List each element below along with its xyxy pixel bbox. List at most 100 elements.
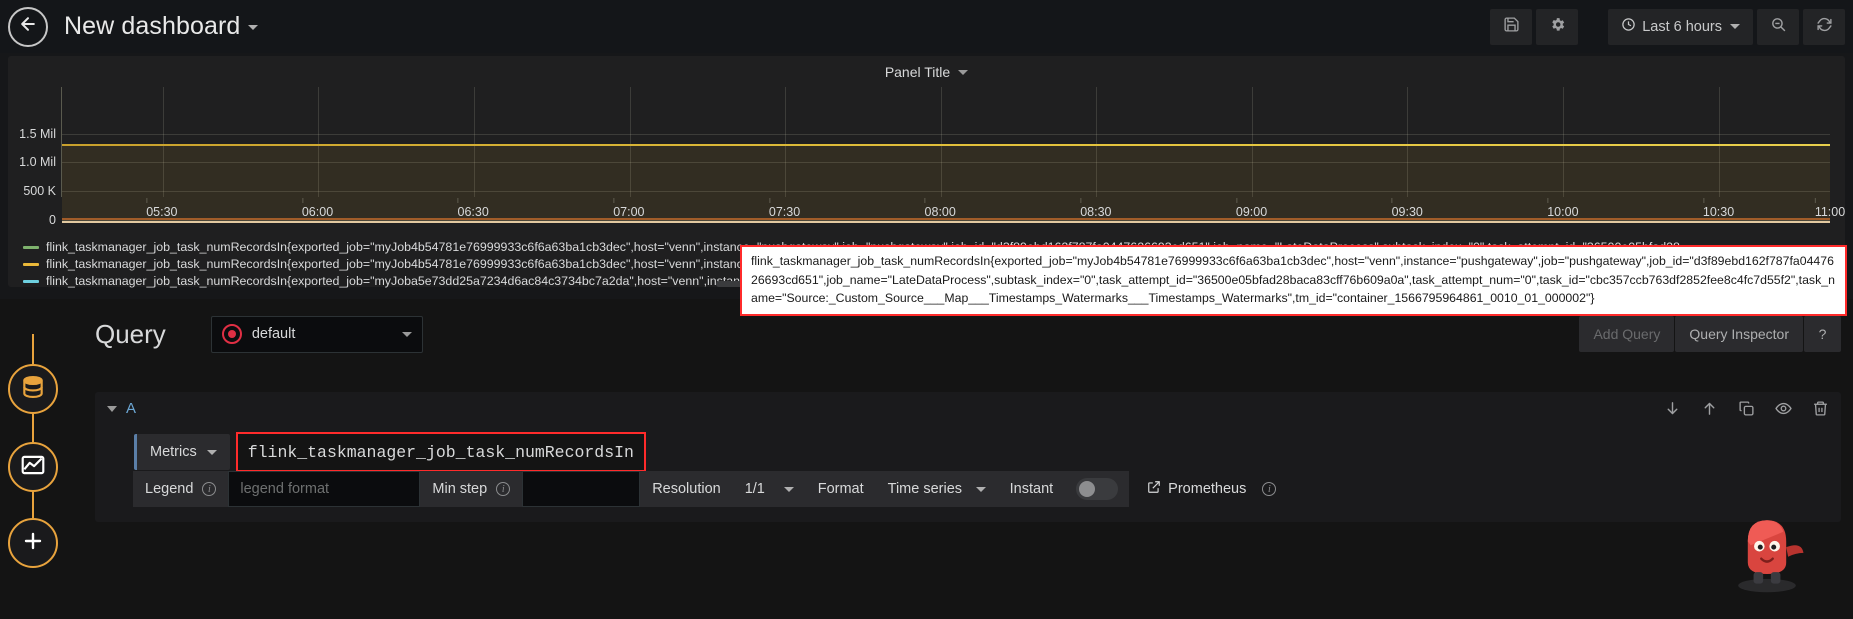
min-step-input[interactable]	[522, 471, 641, 507]
external-link-icon	[1147, 480, 1161, 498]
rail-item-database[interactable]	[8, 364, 58, 414]
resolution-select[interactable]: 1/1	[732, 471, 806, 507]
prometheus-link-label: Prometheus	[1168, 481, 1247, 497]
x-axis-tick: 06:00	[301, 205, 334, 219]
arrow-left-circle-icon	[18, 14, 38, 39]
datasource-picker[interactable]: default	[210, 315, 423, 353]
zoom-out-magnifier-icon	[1770, 16, 1787, 38]
add-query-button[interactable]: Add Query	[1579, 316, 1675, 352]
x-axis-tick-mark	[146, 198, 148, 203]
x-axis-tick: 07:00	[613, 205, 645, 219]
plot-area[interactable]	[61, 87, 1830, 223]
panel-title: Panel Title	[884, 64, 951, 80]
trash-icon[interactable]	[1812, 400, 1829, 417]
legend-color-swatch[interactable]	[23, 246, 39, 249]
prometheus-docs-link[interactable]: Prometheus i	[1147, 480, 1277, 498]
y-axis-tick: 500 K	[23, 184, 56, 198]
legend-item-label: flink_taskmanager_job_task_numRecordsIn{…	[46, 274, 792, 288]
back-button[interactable]	[8, 6, 48, 47]
x-axis-tick-mark	[457, 198, 459, 203]
query-row-actions	[1664, 400, 1829, 417]
copy-icon[interactable]	[1738, 400, 1755, 417]
chevron-down-icon[interactable]	[107, 405, 117, 412]
x-axis-tick: 07:30	[768, 205, 801, 219]
info-icon[interactable]: i	[496, 482, 511, 496]
info-icon[interactable]: i	[202, 482, 217, 496]
chevron-down-icon	[401, 331, 412, 337]
metrics-label: Metrics	[150, 444, 197, 460]
dashboard-title[interactable]: New dashboard	[64, 12, 259, 41]
chevron-down-icon	[248, 24, 259, 30]
y-axis-tick: 1.5 Mil	[19, 127, 56, 141]
x-axis-tick-mark	[768, 198, 770, 203]
refresh-cycle-icon	[1816, 16, 1833, 38]
x-axis-tick: 11:00	[1814, 205, 1846, 219]
metrics-row: Metrics flink_taskmanager_job_task_numRe…	[95, 425, 1841, 473]
gear-icon	[1549, 16, 1566, 38]
instant-toggle[interactable]	[1076, 478, 1119, 500]
legend-format-input[interactable]: legend format	[228, 471, 421, 507]
rail-item-add[interactable]	[8, 518, 58, 568]
series-line-yellow	[62, 144, 1830, 146]
legend-format-label-text: Legend	[145, 481, 194, 497]
y-axis-tick: 0	[49, 213, 56, 227]
x-axis-tick-mark	[1702, 198, 1704, 203]
x-axis-tick-mark	[1391, 198, 1393, 203]
legend-color-swatch[interactable]	[23, 263, 39, 266]
min-step-label: Min step i	[420, 471, 523, 507]
series-tooltip: flink_taskmanager_job_task_numRecordsIn{…	[740, 245, 1847, 316]
chevron-down-icon	[958, 69, 969, 75]
query-row-refid[interactable]: A	[126, 400, 136, 417]
resolution-value: 1/1	[744, 481, 765, 497]
legend-format-label: Legend i	[133, 471, 229, 507]
x-axis-tick: 09:00	[1235, 205, 1268, 219]
x-axis-tick-mark	[1547, 198, 1549, 203]
metrics-dropdown-button[interactable]: Metrics	[134, 434, 230, 470]
plot-wrapper: 1.5 Mil 1.0 Mil 500 K 0 05:30 06:00 06:3…	[9, 87, 1845, 227]
format-label: Format	[805, 471, 876, 507]
time-range-label: Last 6 hours	[1642, 18, 1722, 35]
arrow-down-icon[interactable]	[1664, 400, 1681, 417]
x-axis-tick-mark	[924, 198, 926, 203]
legend-color-swatch[interactable]	[23, 280, 39, 283]
plus-icon	[21, 529, 45, 558]
refresh-button[interactable]	[1803, 8, 1845, 45]
info-icon[interactable]: i	[1262, 482, 1277, 496]
chevron-down-icon	[783, 486, 794, 492]
chevron-down-icon	[206, 449, 217, 455]
dashboard-settings-button[interactable]	[1536, 8, 1579, 45]
x-axis-tick: 09:30	[1391, 205, 1423, 219]
metric-expression-input[interactable]: flink_taskmanager_job_task_numRecordsIn	[235, 432, 646, 472]
min-step-label-text: Min step	[432, 481, 488, 497]
query-inspector-button[interactable]: Query Inspector	[1675, 316, 1803, 352]
database-icon	[20, 374, 46, 405]
top-navbar: New dashboard Last 6 hours	[0, 0, 1853, 53]
topnav-actions: Last 6 hours	[1490, 0, 1853, 53]
zoom-out-button[interactable]	[1757, 8, 1799, 45]
x-axis-tick-mark	[1080, 198, 1082, 203]
x-axis: 05:30 06:00 06:30 07:00 07:30 08:00 08:3…	[61, 198, 1845, 223]
x-axis-tick: 05:30	[146, 205, 178, 219]
chevron-down-icon	[975, 486, 986, 492]
rail-item-graph[interactable]	[8, 442, 58, 492]
query-row-header: A	[95, 392, 1841, 425]
metric-expression-value: flink_taskmanager_job_task_numRecordsIn	[247, 442, 634, 462]
instant-label: Instant	[997, 471, 1066, 507]
time-range-picker[interactable]: Last 6 hours	[1608, 8, 1753, 45]
x-axis-tick-mark	[613, 198, 615, 203]
format-select[interactable]: Time series	[875, 471, 998, 507]
query-options-row: Legend i legend format Min step i Resolu…	[133, 471, 1277, 507]
x-axis-tick-mark	[1814, 198, 1816, 203]
x-axis-tick: 08:00	[924, 205, 956, 219]
graph-panel-icon	[20, 452, 46, 483]
arrow-up-icon[interactable]	[1701, 400, 1718, 417]
save-dashboard-button[interactable]	[1490, 8, 1533, 45]
gridline-horizontal	[62, 134, 1830, 135]
query-section-title: Query	[95, 318, 166, 349]
query-header-actions: Add Query Query Inspector ?	[1579, 316, 1853, 352]
help-button[interactable]: ?	[1804, 316, 1841, 352]
y-axis: 1.5 Mil 1.0 Mil 500 K 0	[9, 87, 61, 227]
legend-format-placeholder: legend format	[240, 481, 330, 497]
eye-icon[interactable]	[1775, 400, 1792, 417]
panel-header[interactable]: Panel Title	[9, 57, 1844, 87]
